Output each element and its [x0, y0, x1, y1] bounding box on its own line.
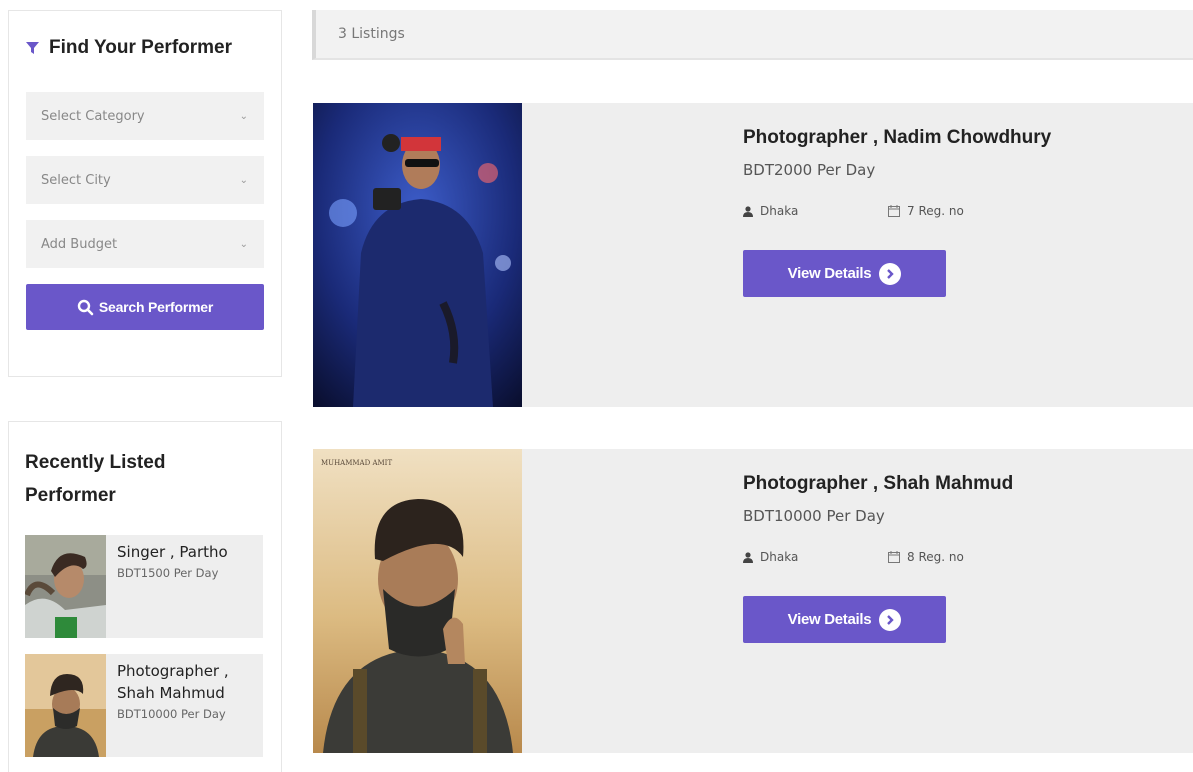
performer-thumbnail: [25, 654, 106, 757]
recent-performers-card: Recently Listed Performer Singer , Parth…: [8, 421, 282, 772]
listings-count-bar: 3 Listings: [312, 10, 1193, 60]
chevron-down-icon: ⌄: [239, 110, 248, 122]
listing-price: BDT10000 Per Day: [743, 507, 885, 525]
listing-reg: 8 Reg. no: [888, 550, 964, 564]
view-details-label: View Details: [787, 611, 872, 628]
search-performer-button[interactable]: Search Performer: [26, 284, 264, 330]
city-select[interactable]: Select City ⌄: [26, 156, 264, 204]
view-details-button[interactable]: View Details: [743, 596, 946, 643]
filter-title: Find Your Performer: [49, 37, 232, 58]
performer-photo[interactable]: [313, 103, 522, 407]
recent-item-partho[interactable]: Singer , Partho BDT1500 Per Day: [25, 535, 263, 638]
listing-price: BDT2000 Per Day: [743, 161, 876, 179]
listing-card: Photographer , Nadim Chowdhury BDT2000 P…: [313, 103, 1193, 407]
calendar-icon: [888, 205, 900, 217]
chevron-right-icon: [879, 608, 902, 631]
filter-icon: [26, 41, 39, 54]
listing-reg-text: 7 Reg. no: [907, 204, 964, 218]
budget-select-label: Add Budget: [41, 236, 118, 252]
user-icon: [743, 205, 753, 217]
chevron-down-icon: ⌄: [239, 238, 248, 250]
photo-watermark: MUHAMMAD AMIT: [321, 459, 392, 467]
listing-location: Dhaka: [743, 204, 798, 218]
budget-select[interactable]: Add Budget ⌄: [26, 220, 264, 268]
view-details-label: View Details: [787, 265, 872, 282]
category-select[interactable]: Select Category ⌄: [26, 92, 264, 140]
listings-count: 3 Listings: [338, 26, 405, 42]
city-select-label: Select City: [41, 172, 111, 188]
listing-location: Dhaka: [743, 550, 798, 564]
listing-reg-text: 8 Reg. no: [907, 550, 964, 564]
search-icon: [77, 299, 94, 315]
user-icon: [743, 551, 753, 563]
listing-location-text: Dhaka: [760, 550, 799, 564]
performer-photo[interactable]: MUHAMMAD AMIT: [313, 449, 522, 753]
recent-item-info: Photographer , Shah Mahmud BDT10000 Per …: [117, 660, 257, 722]
search-performer-label: Search Performer: [98, 299, 214, 315]
recent-item-price: BDT10000 Per Day: [117, 707, 226, 721]
listing-card: MUHAMMAD AMIT Photographer , Shah Mahmud…: [313, 449, 1193, 753]
filter-heading: Find Your Performer: [26, 37, 232, 59]
category-select-label: Select Category: [41, 108, 145, 124]
recent-item-name: Photographer , Shah Mahmud: [117, 662, 229, 702]
recent-performers-title: Recently Listed Performer: [25, 452, 166, 506]
listing-reg: 7 Reg. no: [888, 204, 964, 218]
recent-item-name: Singer , Partho: [117, 543, 228, 561]
calendar-icon: [888, 551, 900, 563]
chevron-right-icon: [879, 262, 902, 285]
view-details-button[interactable]: View Details: [743, 250, 946, 297]
chevron-down-icon: ⌄: [239, 174, 248, 186]
filter-card: Find Your Performer Select Category ⌄ Se…: [8, 10, 282, 377]
listing-title[interactable]: Photographer , Shah Mahmud: [743, 473, 1013, 495]
recent-item-price: BDT1500 Per Day: [117, 566, 219, 580]
listing-title[interactable]: Photographer , Nadim Chowdhury: [743, 127, 1051, 149]
listing-location-text: Dhaka: [760, 204, 799, 218]
performer-thumbnail: [25, 535, 106, 638]
recent-item-info: Singer , Partho BDT1500 Per Day: [117, 541, 257, 581]
recent-item-shah-mahmud[interactable]: Photographer , Shah Mahmud BDT10000 Per …: [25, 654, 263, 757]
